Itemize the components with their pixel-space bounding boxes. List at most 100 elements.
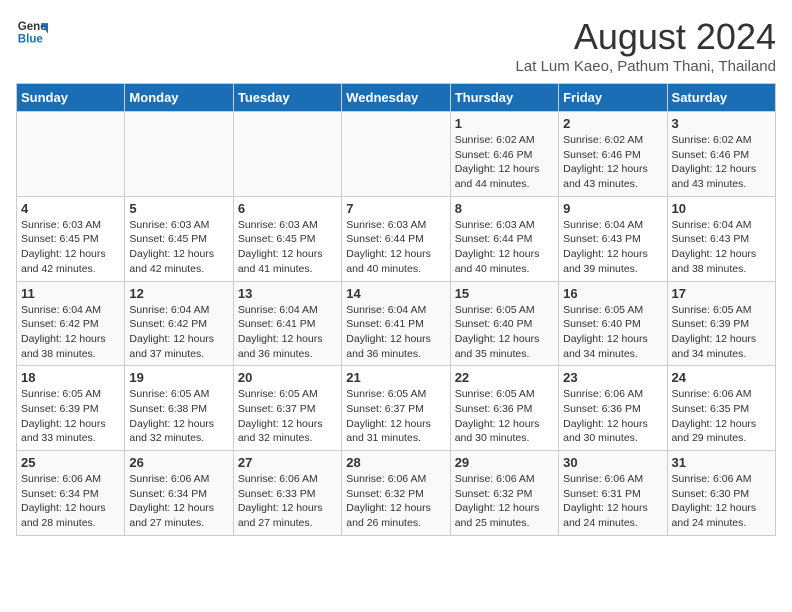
- day-number: 27: [238, 455, 337, 470]
- day-info: Sunrise: 6:04 AM Sunset: 6:41 PM Dayligh…: [346, 303, 445, 362]
- day-number: 2: [563, 116, 662, 131]
- table-row: 31 Sunrise: 6:06 AM Sunset: 6:30 PM Dayli…: [667, 451, 775, 536]
- day-info: Sunrise: 6:06 AM Sunset: 6:31 PM Dayligh…: [563, 472, 662, 531]
- table-row: 29Sunrise: 6:06 AM Sunset: 6:32 PM Dayli…: [450, 451, 558, 536]
- day-info: Sunrise: 6:06 AM Sunset: 6:34 PM Dayligh…: [21, 472, 120, 531]
- table-row: 11 Sunrise: 6:04 AM Sunset: 6:42 PM Dayli…: [17, 281, 125, 366]
- day-info: Sunrise: 6:06 AM Sunset: 6:32 PM Dayligh…: [455, 472, 554, 531]
- day-number: 21: [346, 370, 445, 385]
- day-number: 5: [129, 201, 228, 216]
- col-sunday: Sunday: [17, 84, 125, 112]
- day-info: Sunrise: 6:06 AM Sunset: 6:32 PM Dayligh…: [346, 472, 445, 531]
- table-row: 8Sunrise: 6:03 AM Sunset: 6:44 PM Daylig…: [450, 196, 558, 281]
- table-row: 10 Sunrise: 6:04 AM Sunset: 6:43 PM Dayli…: [667, 196, 775, 281]
- table-row: 6 Sunrise: 6:03 AM Sunset: 6:45 PM Daylig…: [233, 196, 341, 281]
- main-title: August 2024: [516, 16, 776, 58]
- day-info: Sunrise: 6:04 AM Sunset: 6:43 PM Dayligh…: [672, 218, 771, 277]
- day-info: Sunrise: 6:05 AM Sunset: 6:39 PM Dayligh…: [672, 303, 771, 362]
- svg-text:General: General: [18, 21, 48, 33]
- calendar-table: Sunday Monday Tuesday Wednesday Thursday…: [16, 83, 776, 536]
- calendar-week-row: 11 Sunrise: 6:04 AM Sunset: 6:42 PM Dayli…: [17, 281, 776, 366]
- day-info: Sunrise: 6:03 AM Sunset: 6:44 PM Dayligh…: [346, 218, 445, 277]
- table-row: 22 Sunrise: 6:05 AM Sunset: 6:36 PM Dayli…: [450, 366, 558, 451]
- day-info: Sunrise: 6:04 AM Sunset: 6:42 PM Dayligh…: [129, 303, 228, 362]
- day-number: 7: [346, 201, 445, 216]
- logo-icon: General Blue: [16, 16, 48, 48]
- day-info: Sunrise: 6:04 AM Sunset: 6:43 PM Dayligh…: [563, 218, 662, 277]
- day-number: 6: [238, 201, 337, 216]
- calendar-week-row: 18Sunrise: 6:05 AM Sunset: 6:39 PM Dayli…: [17, 366, 776, 451]
- table-row: 20 Sunrise: 6:05 AM Sunset: 6:37 PM Dayli…: [233, 366, 341, 451]
- day-info: Sunrise: 6:05 AM Sunset: 6:36 PM Dayligh…: [455, 387, 554, 446]
- day-info: Sunrise: 6:05 AM Sunset: 6:37 PM Dayligh…: [238, 387, 337, 446]
- table-row: [125, 112, 233, 197]
- title-block: August 2024 Lat Lum Kaeo, Pathum Thani, …: [516, 16, 776, 75]
- table-row: 9 Sunrise: 6:04 AM Sunset: 6:43 PM Daylig…: [559, 196, 667, 281]
- col-wednesday: Wednesday: [342, 84, 450, 112]
- day-number: 28: [346, 455, 445, 470]
- day-info: Sunrise: 6:02 AM Sunset: 6:46 PM Dayligh…: [672, 133, 771, 192]
- day-number: 20: [238, 370, 337, 385]
- table-row: 26 Sunrise: 6:06 AM Sunset: 6:34 PM Dayli…: [125, 451, 233, 536]
- table-row: 23 Sunrise: 6:06 AM Sunset: 6:36 PM Dayli…: [559, 366, 667, 451]
- day-info: Sunrise: 6:06 AM Sunset: 6:33 PM Dayligh…: [238, 472, 337, 531]
- day-info: Sunrise: 6:06 AM Sunset: 6:30 PM Dayligh…: [672, 472, 771, 531]
- calendar-week-row: 1 Sunrise: 6:02 AM Sunset: 6:46 PM Daylig…: [17, 112, 776, 197]
- col-friday: Friday: [559, 84, 667, 112]
- table-row: [342, 112, 450, 197]
- day-number: 31: [672, 455, 771, 470]
- day-number: 24: [672, 370, 771, 385]
- page-header: General Blue General Blue August 2024 La…: [16, 16, 776, 75]
- day-number: 8: [455, 201, 554, 216]
- day-number: 22: [455, 370, 554, 385]
- day-info: Sunrise: 6:03 AM Sunset: 6:45 PM Dayligh…: [129, 218, 228, 277]
- logo: General Blue General Blue: [16, 16, 48, 48]
- day-number: 26: [129, 455, 228, 470]
- table-row: 21 Sunrise: 6:05 AM Sunset: 6:37 PM Dayli…: [342, 366, 450, 451]
- col-tuesday: Tuesday: [233, 84, 341, 112]
- table-row: 15Sunrise: 6:05 AM Sunset: 6:40 PM Dayli…: [450, 281, 558, 366]
- table-row: 17Sunrise: 6:05 AM Sunset: 6:39 PM Dayli…: [667, 281, 775, 366]
- table-row: 27 Sunrise: 6:06 AM Sunset: 6:33 PM Dayli…: [233, 451, 341, 536]
- table-row: 5 Sunrise: 6:03 AM Sunset: 6:45 PM Daylig…: [125, 196, 233, 281]
- day-info: Sunrise: 6:05 AM Sunset: 6:40 PM Dayligh…: [563, 303, 662, 362]
- day-info: Sunrise: 6:04 AM Sunset: 6:42 PM Dayligh…: [21, 303, 120, 362]
- day-number: 4: [21, 201, 120, 216]
- table-row: 30 Sunrise: 6:06 AM Sunset: 6:31 PM Dayli…: [559, 451, 667, 536]
- table-row: 25 Sunrise: 6:06 AM Sunset: 6:34 PM Dayli…: [17, 451, 125, 536]
- day-number: 3: [672, 116, 771, 131]
- table-row: 4Sunrise: 6:03 AM Sunset: 6:45 PM Daylig…: [17, 196, 125, 281]
- day-number: 16: [563, 286, 662, 301]
- day-number: 13: [238, 286, 337, 301]
- day-number: 30: [563, 455, 662, 470]
- table-row: 2 Sunrise: 6:02 AM Sunset: 6:46 PM Daylig…: [559, 112, 667, 197]
- day-number: 12: [129, 286, 228, 301]
- day-number: 10: [672, 201, 771, 216]
- day-info: Sunrise: 6:05 AM Sunset: 6:37 PM Dayligh…: [346, 387, 445, 446]
- day-number: 9: [563, 201, 662, 216]
- day-number: 25: [21, 455, 120, 470]
- svg-text:Blue: Blue: [18, 34, 44, 46]
- day-number: 14: [346, 286, 445, 301]
- day-number: 23: [563, 370, 662, 385]
- table-row: 28 Sunrise: 6:06 AM Sunset: 6:32 PM Dayli…: [342, 451, 450, 536]
- table-row: 16 Sunrise: 6:05 AM Sunset: 6:40 PM Dayli…: [559, 281, 667, 366]
- day-number: 11: [21, 286, 120, 301]
- day-info: Sunrise: 6:02 AM Sunset: 6:46 PM Dayligh…: [563, 133, 662, 192]
- col-thursday: Thursday: [450, 84, 558, 112]
- col-monday: Monday: [125, 84, 233, 112]
- day-info: Sunrise: 6:06 AM Sunset: 6:34 PM Dayligh…: [129, 472, 228, 531]
- day-info: Sunrise: 6:06 AM Sunset: 6:35 PM Dayligh…: [672, 387, 771, 446]
- table-row: 3 Sunrise: 6:02 AM Sunset: 6:46 PM Daylig…: [667, 112, 775, 197]
- table-row: [17, 112, 125, 197]
- day-info: Sunrise: 6:05 AM Sunset: 6:38 PM Dayligh…: [129, 387, 228, 446]
- table-row: [233, 112, 341, 197]
- day-info: Sunrise: 6:03 AM Sunset: 6:45 PM Dayligh…: [238, 218, 337, 277]
- table-row: 1Sunrise: 6:02 AM Sunset: 6:46 PM Daylig…: [450, 112, 558, 197]
- table-row: 12 Sunrise: 6:04 AM Sunset: 6:42 PM Dayli…: [125, 281, 233, 366]
- day-info: Sunrise: 6:06 AM Sunset: 6:36 PM Dayligh…: [563, 387, 662, 446]
- table-row: 13Sunrise: 6:04 AM Sunset: 6:41 PM Dayli…: [233, 281, 341, 366]
- day-number: 1: [455, 116, 554, 131]
- day-info: Sunrise: 6:05 AM Sunset: 6:40 PM Dayligh…: [455, 303, 554, 362]
- table-row: 14 Sunrise: 6:04 AM Sunset: 6:41 PM Dayli…: [342, 281, 450, 366]
